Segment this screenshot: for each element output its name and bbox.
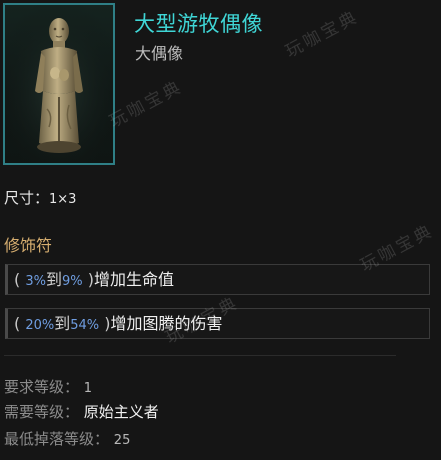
item-base-type: 大偶像	[135, 44, 184, 63]
watermark: 玩咖宝典	[106, 76, 187, 133]
required-level-value: 1	[83, 381, 93, 396]
range-open-paren: (	[14, 270, 21, 289]
item-icon-frame[interactable]	[3, 3, 115, 165]
min-drop-level-value: 25	[113, 433, 131, 448]
size-label: 尺寸：	[4, 189, 50, 207]
modifier-line[interactable]: ( 20%到54% )增加图腾的伤害	[5, 308, 430, 339]
min-drop-level-label: 最低掉落等级：	[4, 430, 110, 448]
range-open-paren: (	[14, 314, 21, 333]
range-to: 到	[45, 270, 62, 289]
range-max: 9%	[61, 274, 83, 289]
required-level-label: 要求等级：	[4, 378, 80, 396]
modifier-text: 增加生命值	[93, 270, 174, 289]
required-class-value: 原始主义者	[83, 403, 159, 421]
range-min: 3%	[25, 274, 46, 289]
section-divider	[4, 355, 396, 356]
range-min: 20%	[25, 318, 55, 333]
range-max: 54%	[70, 318, 100, 333]
item-name: 大型游牧偶像	[134, 12, 263, 36]
min-drop-level-row: 最低掉落等级： 25	[4, 428, 130, 449]
required-class-row: 需要等级： 原始主义者	[4, 401, 159, 422]
item-size: 尺寸：1×3	[4, 187, 76, 208]
range-to: 到	[54, 314, 71, 333]
modifier-line[interactable]: ( 3%到9% )增加生命值	[5, 264, 430, 295]
item-tooltip: 大型游牧偶像 大偶像 尺寸：1×3 修饰符 ( 3%到9% )增加生命值 ( 2…	[0, 0, 441, 460]
watermark: 玩咖宝典	[282, 6, 363, 63]
size-value: 1×3	[49, 192, 77, 207]
idol-statue-icon	[5, 5, 113, 163]
required-level-row: 要求等级： 1	[4, 376, 92, 397]
modifier-text: 增加图腾的伤害	[110, 314, 223, 333]
modifiers-title: 修饰符	[4, 236, 53, 255]
required-class-label: 需要等级：	[4, 403, 80, 421]
